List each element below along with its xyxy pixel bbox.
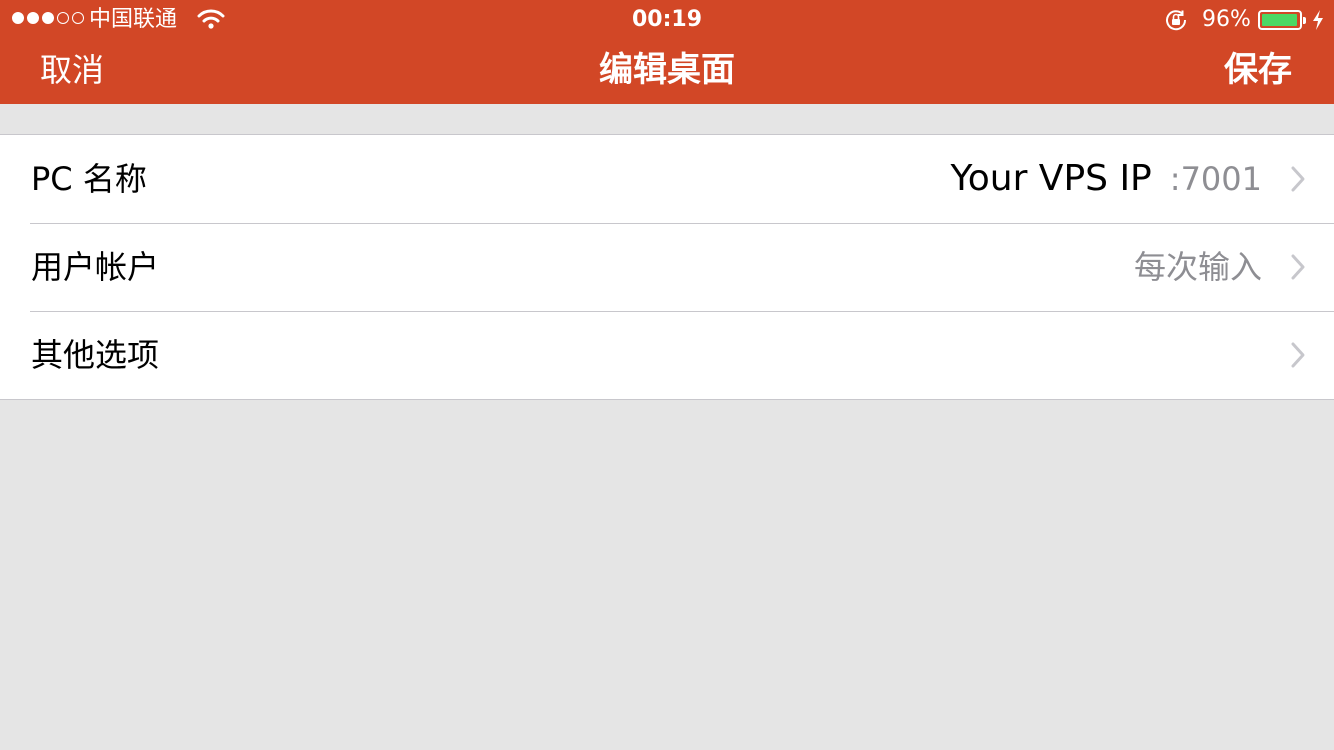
row-label: 用户帐户 [31, 248, 160, 286]
battery-icon [1258, 10, 1306, 30]
user-account-row[interactable]: 用户帐户 每次输入 [0, 223, 1334, 311]
charging-bolt-icon [1313, 10, 1323, 30]
orientation-lock-icon [1166, 10, 1187, 31]
status-bar: 中国联通 00:19 96% [0, 0, 1334, 40]
save-button[interactable]: 保存 [1224, 50, 1292, 90]
chevron-right-icon [1291, 342, 1305, 368]
user-account-value: 每次输入 [1133, 248, 1262, 286]
battery-percent: 96% [1202, 7, 1251, 32]
other-options-row[interactable]: 其他选项 [0, 311, 1334, 399]
settings-list: PC 名称 Your VPS IP :7001 用户帐户 每次输入 其他选项 [0, 134, 1334, 400]
battery-fill [1262, 14, 1297, 26]
chevron-right-icon [1291, 166, 1305, 192]
row-label: PC 名称 [31, 160, 147, 198]
pc-name-value: Your VPS IP :7001 [951, 159, 1262, 199]
pc-name-row[interactable]: PC 名称 Your VPS IP :7001 [0, 135, 1334, 223]
status-time: 00:19 [631, 7, 703, 32]
row-label: 其他选项 [31, 336, 160, 374]
pc-port-value: :7001 [1169, 160, 1262, 198]
page-title: 编辑桌面 [599, 50, 735, 90]
battery-tip [1303, 17, 1306, 24]
pc-host-value: Your VPS IP [950, 158, 1152, 199]
top-bar: 中国联通 00:19 96% 取消 编辑桌面 保存 [0, 0, 1334, 104]
chevron-right-icon [1291, 254, 1305, 280]
navigation-bar: 取消 编辑桌面 保存 [0, 40, 1334, 104]
